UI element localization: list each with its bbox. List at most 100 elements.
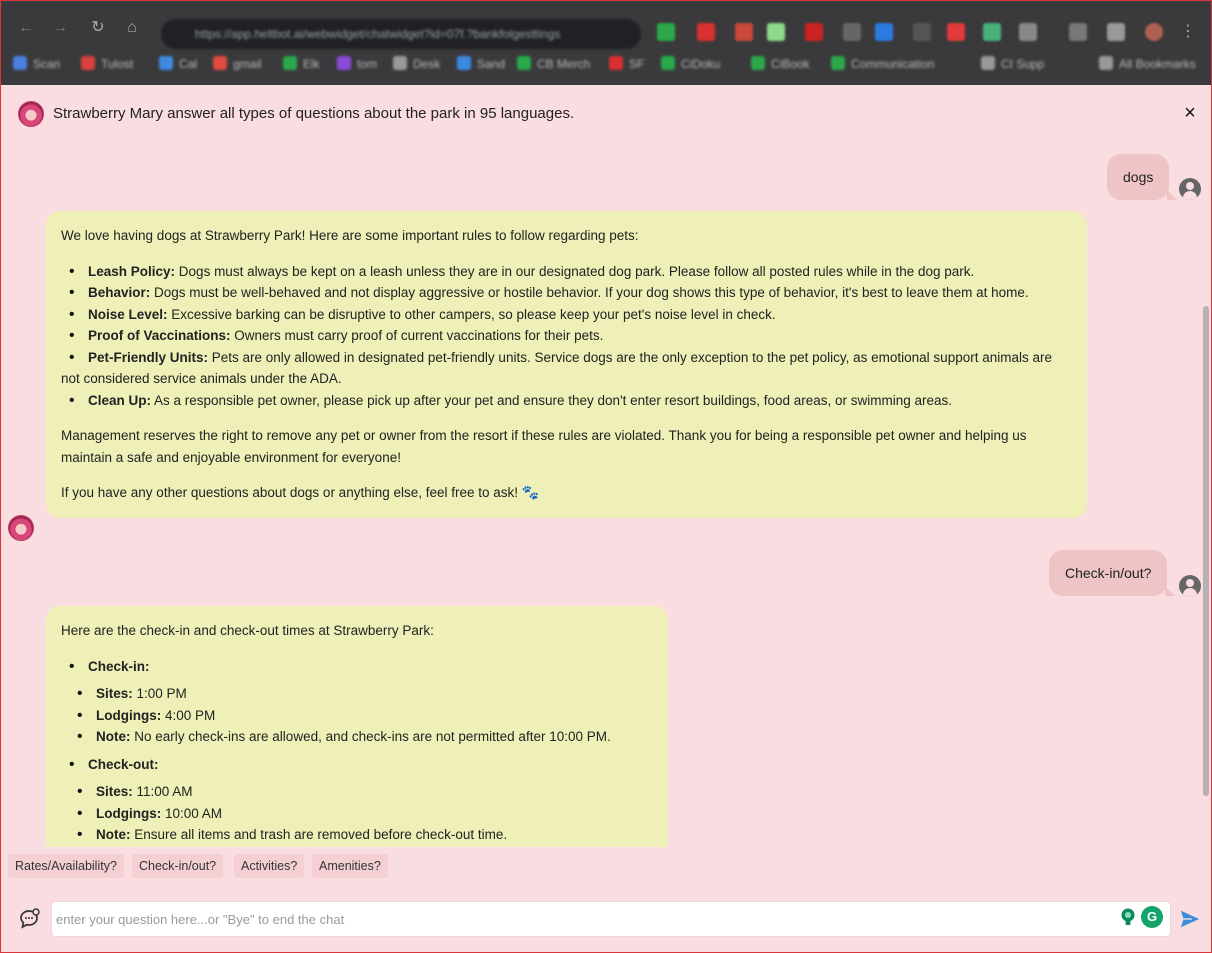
bookmark-item[interactable]: CiBook xyxy=(751,55,810,73)
menu-icon[interactable]: ⋮ xyxy=(1179,23,1197,41)
bookmark-item[interactable]: SF xyxy=(609,55,644,73)
toolbar: ← → ↻ ⌂ https://app.heltbot.ai/webwidget… xyxy=(1,9,1211,49)
time-term: Lodgings: xyxy=(96,805,162,821)
list-item: Behavior: Dogs must be well-behaved and … xyxy=(61,282,1071,304)
quick-reply-rates[interactable]: Rates/Availability? xyxy=(8,854,124,878)
time-value: No early check-ins are allowed, and chec… xyxy=(130,729,611,744)
close-icon[interactable]: × xyxy=(1180,102,1200,124)
user-avatar-icon xyxy=(1179,178,1201,200)
bookmark-item[interactable]: CB Merch xyxy=(517,55,590,73)
rule-text: Owners must carry proof of current vacci… xyxy=(230,328,604,343)
message-list: dogs We love having dogs at Strawberry P… xyxy=(1,143,1201,847)
rule-text: As a responsible pet owner, please pick … xyxy=(151,392,953,408)
bot-followup: If you have any other questions about do… xyxy=(61,482,1071,504)
bookmark-icon xyxy=(159,56,173,70)
chat-input[interactable] xyxy=(56,902,1106,936)
rule-term: Clean Up: xyxy=(88,392,152,408)
chat-input-box xyxy=(51,901,1171,937)
bookmark-icon xyxy=(81,56,95,70)
bookmark-item[interactable]: CiDoku xyxy=(661,55,720,73)
scrollbar-thumb[interactable] xyxy=(1203,306,1209,796)
send-icon[interactable] xyxy=(1179,908,1201,930)
bookmark-label: Communication xyxy=(851,57,935,71)
bookmark-label: SF xyxy=(629,57,645,71)
extension-icon[interactable] xyxy=(843,23,861,41)
bookmark-label: Scan xyxy=(33,57,61,71)
time-value: 1:00 PM xyxy=(132,686,187,701)
extension-icon[interactable] xyxy=(875,23,893,41)
extension-icon[interactable] xyxy=(657,23,675,41)
bookmark-label: gmail xyxy=(233,57,262,71)
forward-icon[interactable]: → xyxy=(49,17,71,39)
user-message-text: dogs xyxy=(1123,169,1154,185)
extension-icon[interactable] xyxy=(1019,23,1037,41)
bookmark-label: Sand xyxy=(477,57,506,71)
bookmark-item[interactable]: Cal xyxy=(159,55,197,73)
extension-icon[interactable] xyxy=(913,23,931,41)
bookmark-item[interactable]: All Bookmarks xyxy=(1099,55,1196,73)
list-item: Noise Level: Excessive barking can be di… xyxy=(61,304,1071,326)
extension-icon[interactable] xyxy=(735,23,753,41)
chat-bubble-icon[interactable] xyxy=(17,907,41,931)
bookmark-label: Cal xyxy=(179,57,198,71)
list-item: Sites: 11:00 AM xyxy=(61,781,652,803)
rule-text: Dogs must be well-behaved and not displa… xyxy=(150,285,1029,300)
quick-reply-amenities[interactable]: Amenities? xyxy=(312,854,388,878)
grammarly-icon[interactable]: G xyxy=(1141,906,1163,928)
bot-avatar xyxy=(8,515,34,541)
list-item: Note: Ensure all items and trash are rem… xyxy=(61,824,652,846)
time-value: Ensure all items and trash are removed b… xyxy=(130,827,508,842)
bookmark-item[interactable]: Communication xyxy=(831,55,934,73)
bookmark-item[interactable]: gmail xyxy=(213,55,262,73)
list-item: Note: No early check-ins are allowed, an… xyxy=(61,726,652,748)
bookmark-item[interactable]: Elk xyxy=(283,55,320,73)
bookmark-item[interactable]: Sand xyxy=(457,55,505,73)
list-item: Leash Policy: Dogs must always be kept o… xyxy=(61,261,1071,283)
profile-icon[interactable] xyxy=(1145,23,1163,41)
bookmark-item[interactable]: Tulost xyxy=(81,55,133,73)
extension-icon[interactable] xyxy=(697,23,715,41)
bookmark-item[interactable]: CI Supp xyxy=(981,55,1044,73)
rule-term: Leash Policy: xyxy=(88,263,176,279)
bookmark-icon xyxy=(457,56,471,70)
checkin-heading-list: Check-in: xyxy=(61,656,652,678)
bookmark-label: All Bookmarks xyxy=(1119,57,1196,71)
time-term: Note: xyxy=(96,827,131,842)
extension-icon[interactable] xyxy=(1069,23,1087,41)
back-icon[interactable]: ← xyxy=(15,17,37,39)
user-message: dogs xyxy=(1107,154,1178,200)
bookmark-icon xyxy=(517,56,531,70)
quick-reply-activities[interactable]: Activities? xyxy=(234,854,305,878)
bookmark-label: tom xyxy=(357,57,378,71)
extension-icon[interactable] xyxy=(947,23,965,41)
download-icon[interactable] xyxy=(1107,23,1125,41)
address-bar[interactable]: https://app.heltbot.ai/webwidget/chatwid… xyxy=(161,19,641,49)
lightbulb-icon[interactable] xyxy=(1119,907,1137,927)
quick-reply-checkin[interactable]: Check-in/out? xyxy=(132,854,224,878)
bookmark-icon xyxy=(13,56,27,70)
time-value: 4:00 PM xyxy=(161,707,216,723)
time-value: 11:00 AM xyxy=(132,784,193,799)
bookmark-label: CiDoku xyxy=(681,57,721,71)
reload-icon[interactable]: ↻ xyxy=(87,17,109,39)
extension-icon[interactable] xyxy=(805,23,823,41)
bookmark-icon xyxy=(283,56,297,70)
bot-intro: We love having dogs at Strawberry Park! … xyxy=(61,228,639,243)
time-term: Lodgings: xyxy=(96,707,162,723)
bookmark-item[interactable]: Scan xyxy=(13,55,60,73)
bot-avatar xyxy=(18,101,44,127)
rule-text: Pets are only allowed in designated pet-… xyxy=(61,349,1052,387)
chat-title: Strawberry Mary answer all types of ques… xyxy=(53,105,575,122)
rule-text: Excessive barking can be disruptive to o… xyxy=(167,306,776,322)
list-item: Sites: 1:00 PM xyxy=(61,683,652,705)
bookmark-item[interactable]: Desk xyxy=(393,55,440,73)
bookmark-item[interactable]: tom xyxy=(337,55,377,73)
extension-icon[interactable] xyxy=(983,23,1001,41)
rule-term: Noise Level: xyxy=(88,306,168,322)
bot-message: Here are the check-in and check-out time… xyxy=(46,606,668,847)
extension-icon[interactable] xyxy=(767,23,785,41)
paw-icon: 🐾 xyxy=(521,484,540,500)
checkout-heading-list: Check-out: xyxy=(61,754,652,776)
home-icon[interactable]: ⌂ xyxy=(121,17,143,39)
checkout-list: Sites: 11:00 AM Lodgings: 10:00 AM Note:… xyxy=(61,781,652,846)
